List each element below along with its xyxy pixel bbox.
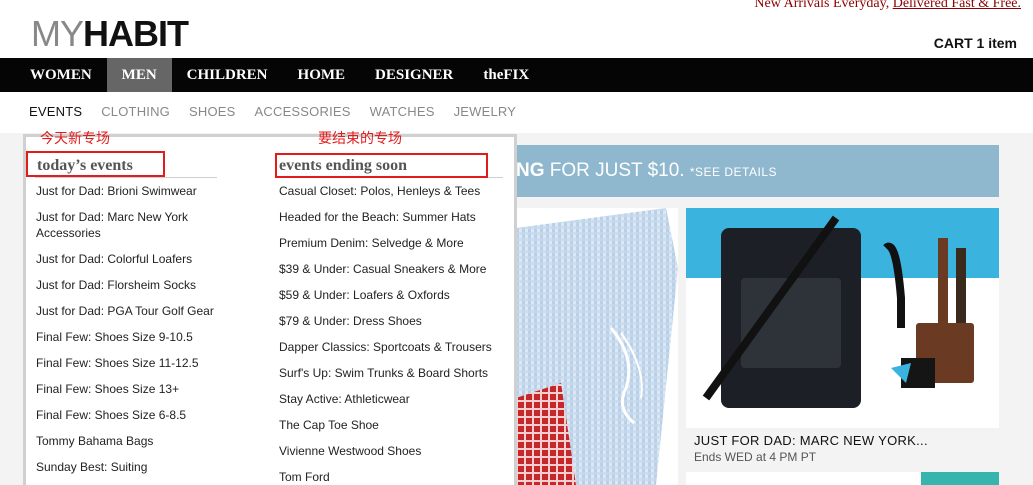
logo[interactable]: MYHABIT [31, 13, 189, 54]
nav-men[interactable]: MEN [106, 58, 172, 92]
banner-details[interactable]: *SEE DETAILS [690, 165, 777, 179]
ending-event-item[interactable]: Headed for the Beach: Summer Hats [279, 209, 509, 225]
ending-event-item[interactable]: $79 & Under: Dress Shoes [279, 313, 509, 329]
today-event-item[interactable]: Just for Dad: Marc New York Accessories [36, 209, 221, 241]
ending-event-item[interactable]: Surf's Up: Swim Trunks & Board Shorts [279, 365, 509, 381]
todays-events-divider [35, 177, 217, 178]
ending-event-item[interactable]: Tom Ford [279, 469, 509, 485]
subnav-watches[interactable]: WATCHES [370, 104, 435, 119]
nav-children[interactable]: CHILDREN [172, 58, 283, 92]
nav-home[interactable]: HOME [283, 58, 361, 92]
promo-lead: New Arrivals Everyday, [754, 0, 890, 11]
subnav-accessories[interactable]: ACCESSORIES [255, 104, 351, 119]
nav-designer[interactable]: DESIGNER [360, 58, 468, 92]
annotation-today-note: 今天新专场 [40, 130, 110, 146]
ending-event-item[interactable]: The Cap Toe Shoe [279, 417, 509, 433]
today-event-item[interactable]: Final Few: Shoes Size 13+ [36, 381, 236, 397]
nav-thefix[interactable]: theFIX [468, 58, 544, 92]
ending-event-item[interactable]: Vivienne Westwood Shoes [279, 443, 509, 459]
ending-event-item[interactable]: $39 & Under: Casual Sneakers & More [279, 261, 509, 277]
nav-women[interactable]: WOMEN [0, 58, 107, 92]
shorts-illustration [516, 208, 678, 485]
logo-my: MY [31, 13, 84, 54]
product-end-time: Ends WED at 4 PM PT [694, 450, 817, 464]
ending-event-item[interactable]: $59 & Under: Loafers & Oxfords [279, 287, 509, 303]
bag-illustration [702, 215, 974, 408]
main-nav: WOMEN MEN CHILDREN HOME DESIGNER theFIX [0, 58, 1033, 92]
today-event-item[interactable]: Just for Dad: Colorful Loafers [36, 251, 236, 267]
annotation-ending-note: 要结束的专场 [318, 130, 402, 146]
today-event-item[interactable]: Just for Dad: Brioni Swimwear [36, 183, 236, 199]
product-image-bag[interactable] [686, 208, 999, 428]
banner-text: FOR JUST $10. [544, 160, 690, 181]
today-event-item[interactable]: Final Few: Shoes Size 11-12.5 [36, 355, 236, 371]
ending-event-item[interactable]: Premium Denim: Selvedge & More [279, 235, 509, 251]
banner-bold: NG [516, 160, 545, 181]
subnav-shoes[interactable]: SHOES [189, 104, 236, 119]
ending-event-item[interactable]: Stay Active: Athleticwear [279, 391, 509, 407]
events-dropdown: today’s events events ending soon Just f… [23, 134, 517, 485]
today-event-item[interactable]: Sunday Best: Suiting [36, 459, 236, 475]
today-event-item[interactable]: Just for Dad: PGA Tour Golf Gear [36, 303, 236, 319]
today-event-item[interactable]: Tommy Bahama Bags [36, 433, 236, 449]
product-title[interactable]: JUST FOR DAD: MARC NEW YORK... [694, 433, 928, 448]
annotation-box-ending [275, 153, 488, 178]
logo-habit: HABIT [83, 13, 189, 54]
promo-banner[interactable]: NG FOR JUST $10. *SEE DETAILS [516, 145, 999, 197]
product-image-shorts[interactable] [516, 208, 678, 485]
ending-event-item[interactable]: Dapper Classics: Sportcoats & Trousers [279, 339, 509, 355]
cart-link[interactable]: CART 1 item [934, 35, 1017, 51]
today-event-item[interactable]: Final Few: Shoes Size 9-10.5 [36, 329, 236, 345]
product-image-next[interactable] [686, 472, 999, 485]
subnav-events[interactable]: EVENTS [29, 104, 82, 119]
ending-event-item[interactable]: Casual Closet: Polos, Henleys & Tees [279, 183, 509, 199]
subnav-clothing[interactable]: CLOTHING [101, 104, 170, 119]
product-next-swatch [921, 472, 999, 485]
sub-nav: EVENTS CLOTHING SHOES ACCESSORIES WATCHE… [29, 104, 535, 119]
promo-text: New Arrivals Everyday, Delivered Fast & … [754, 0, 1021, 12]
subnav-jewelry[interactable]: JEWELRY [454, 104, 517, 119]
today-event-item[interactable]: Just for Dad: Florsheim Socks [36, 277, 236, 293]
today-event-item[interactable]: Final Few: Shoes Size 6-8.5 [36, 407, 236, 423]
promo-link[interactable]: Delivered Fast & Free. [893, 0, 1021, 11]
annotation-box-today [26, 151, 165, 177]
